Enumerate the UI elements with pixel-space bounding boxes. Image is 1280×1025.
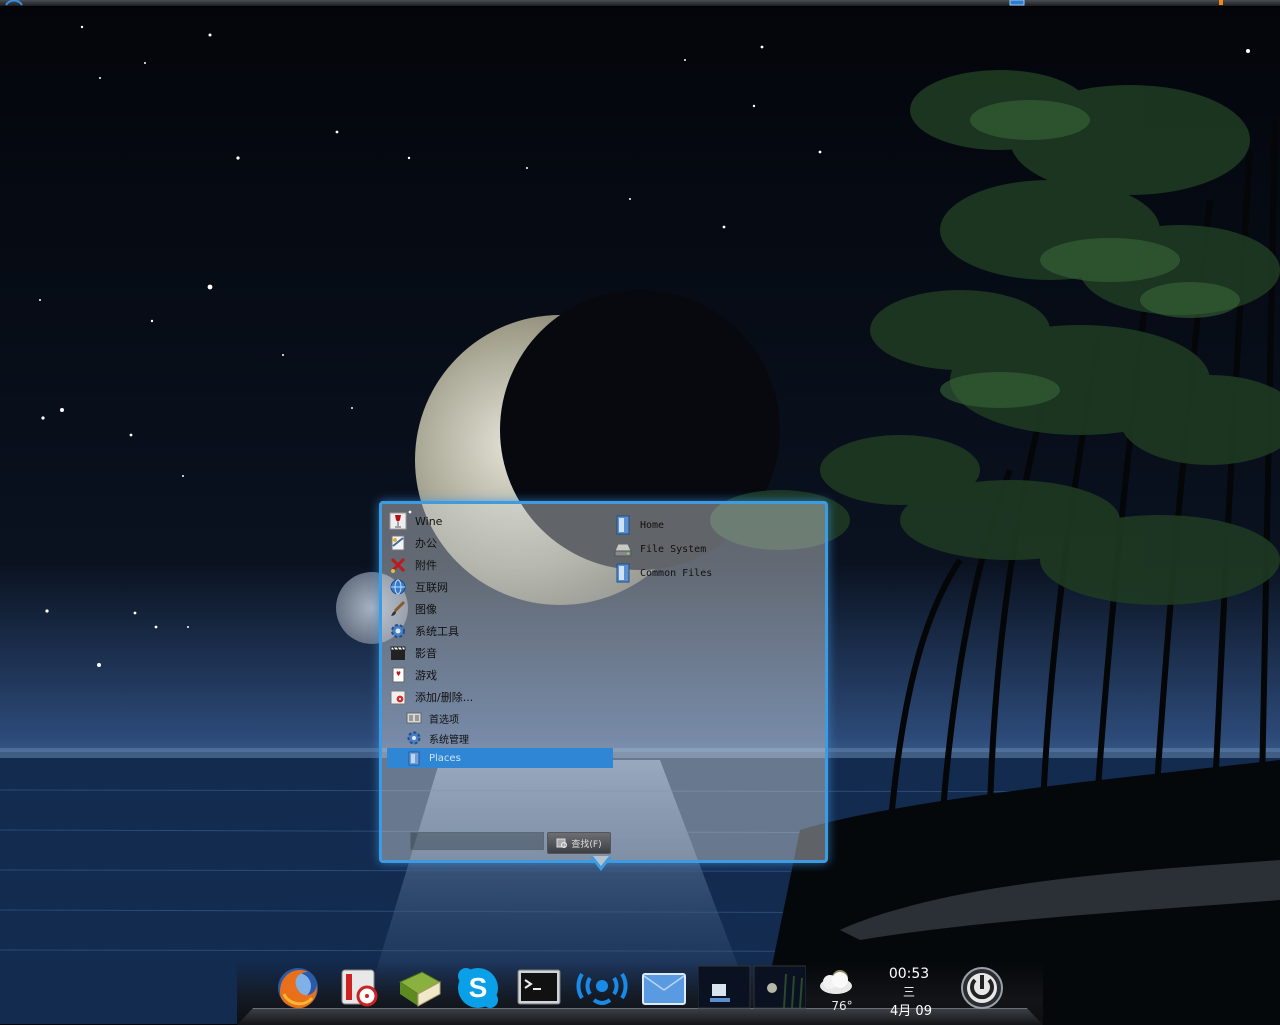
dock-item-media-player[interactable] (336, 964, 384, 1012)
preferences-icon (405, 710, 423, 726)
dock-item-firefox[interactable] (274, 964, 322, 1012)
add-remove-software-icon (387, 687, 409, 707)
svg-text:S: S (469, 972, 488, 1003)
launcher-icon (576, 972, 628, 1005)
dock-item-mail[interactable] (640, 964, 688, 1012)
menu-item-preferences[interactable]: 首选项 (387, 708, 612, 728)
wine-glass-icon (387, 511, 409, 531)
drive-icon (613, 539, 633, 559)
search-button-label: 查找(F) (571, 839, 602, 850)
workspace-indicator-icon[interactable] (1004, 0, 1030, 6)
book-icon (398, 971, 442, 1007)
menu-category-label: 图像 (415, 603, 437, 616)
menu-category-graphics[interactable]: 图像 (387, 598, 612, 620)
menu-item-label: 系统管理 (429, 734, 469, 746)
mail-icon (642, 973, 686, 1005)
dock-item-menu-launcher[interactable] (576, 964, 628, 1012)
place-common-files[interactable]: Common Files (613, 561, 813, 585)
menu-item-places[interactable]: Places (387, 748, 613, 768)
menu-category-wine[interactable]: Wine (387, 510, 612, 532)
terminal-icon (517, 969, 561, 1005)
administration-gear-icon (405, 730, 423, 746)
dock-item-power[interactable] (958, 964, 1006, 1012)
menu-item-administration[interactable]: 系统管理 (387, 728, 612, 748)
clock-weekday: 三 (902, 985, 915, 999)
menu-category-label: 添加/删除... (415, 691, 474, 704)
accessories-icon (387, 555, 409, 575)
multimedia-clapper-icon (387, 643, 409, 663)
search-icon (556, 838, 568, 848)
dock-item-dictionary[interactable] (396, 964, 444, 1012)
weather-temperature: 76° (831, 999, 853, 1013)
application-menu: Wine 办公 附件 互联网 图像 系统工具 影音 游戏 添加/删除... 首选… (379, 501, 828, 863)
menu-category-office[interactable]: 办公 (387, 532, 612, 554)
media-player-icon (341, 969, 378, 1007)
search-row: 查找(F) (410, 832, 611, 854)
menu-category-label: 影音 (415, 647, 437, 660)
office-icon (387, 533, 409, 553)
category-list: Wine 办公 附件 互联网 图像 系统工具 影音 游戏 添加/删除... 首选… (387, 510, 613, 768)
games-cards-icon (387, 665, 409, 685)
menu-category-accessories[interactable]: 附件 (387, 554, 612, 576)
menu-category-games[interactable]: 游戏 (387, 664, 612, 686)
place-label: Home (640, 519, 665, 531)
notification-icon[interactable] (1216, 0, 1226, 6)
top-panel (0, 0, 1280, 7)
firefox-icon (278, 968, 318, 1009)
menu-category-label: Wine (415, 514, 443, 528)
place-home[interactable]: Home (613, 513, 813, 537)
home-folder-icon (613, 515, 633, 535)
menu-category-label: 互联网 (415, 581, 448, 594)
menu-item-label: 首选项 (429, 714, 459, 726)
places-list: Home File System Common Files (613, 513, 813, 585)
dock-item-skype[interactable]: S (454, 964, 502, 1012)
menu-category-add-remove[interactable]: 添加/删除... (387, 686, 612, 708)
places-folder-icon (405, 750, 423, 766)
power-icon (961, 967, 1003, 1009)
menu-category-label: 办公 (415, 537, 437, 550)
place-label: Common Files (640, 567, 713, 579)
dock-item-terminal[interactable] (516, 964, 564, 1012)
search-input[interactable] (410, 832, 544, 850)
workspace-pager-icon (697, 965, 807, 1009)
menu-item-label: Places (429, 752, 461, 764)
menu-category-internet[interactable]: 互联网 (387, 576, 612, 598)
menu-category-multimedia[interactable]: 影音 (387, 642, 612, 664)
place-file-system[interactable]: File System (613, 537, 813, 561)
clock-time: 00:53 (888, 966, 930, 982)
common-files-folder-icon (613, 563, 633, 583)
skype-icon: S (458, 968, 498, 1008)
menu-category-label: 系统工具 (415, 625, 459, 638)
internet-globe-icon (387, 577, 409, 597)
menu-category-label: 附件 (415, 559, 437, 572)
place-label: File System (640, 543, 707, 555)
graphics-brush-icon (387, 599, 409, 619)
dock-item-desktop-switcher[interactable] (697, 964, 807, 1012)
system-tools-gear-icon (387, 621, 409, 641)
cloudy-weather-icon (820, 970, 852, 994)
menu-pointer-inner (593, 856, 609, 866)
search-button[interactable]: 查找(F) (547, 832, 611, 854)
menu-category-label: 游戏 (415, 669, 437, 682)
menu-logo-icon[interactable] (4, 0, 24, 6)
menu-category-system-tools[interactable]: 系统工具 (387, 620, 612, 642)
clock-date: 4月 09 (890, 1004, 932, 1019)
